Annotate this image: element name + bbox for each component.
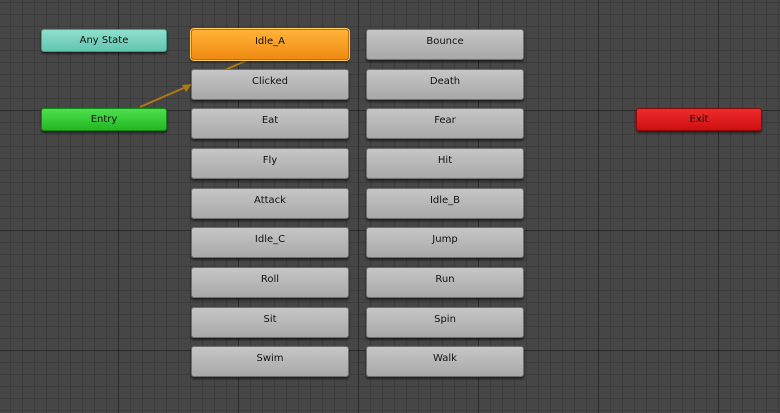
state-label: Idle_C: [254, 234, 286, 245]
state-label: Sit: [263, 314, 277, 325]
state-node-run[interactable]: Run: [366, 267, 524, 298]
state-label: Fly: [262, 155, 278, 166]
state-label: Bounce: [426, 36, 464, 47]
state-label: Hit: [437, 155, 453, 166]
state-label: Death: [429, 76, 461, 87]
state-label: Idle_A: [254, 36, 286, 47]
state-node-eat[interactable]: Eat: [191, 108, 349, 139]
state-label: Attack: [254, 195, 286, 206]
state-label: Swim: [256, 353, 284, 364]
state-label: Clicked: [252, 76, 288, 87]
state-label: Spin: [434, 314, 456, 325]
state-node-sit[interactable]: Sit: [191, 307, 349, 338]
entry-node[interactable]: Entry: [41, 108, 167, 131]
state-node-swim[interactable]: Swim: [191, 346, 349, 377]
state-label: Eat: [261, 115, 279, 126]
state-node-walk[interactable]: Walk: [366, 346, 524, 377]
state-node-idle-b[interactable]: Idle_B: [366, 188, 524, 219]
state-node-fly[interactable]: Fly: [191, 148, 349, 179]
state-node-roll[interactable]: Roll: [191, 267, 349, 298]
any-state-node[interactable]: Any State: [41, 29, 167, 52]
state-node-hit[interactable]: Hit: [366, 148, 524, 179]
state-node-idle-c[interactable]: Idle_C: [191, 227, 349, 258]
state-node-attack[interactable]: Attack: [191, 188, 349, 219]
state-label: Fear: [434, 115, 456, 126]
state-label: Walk: [433, 353, 457, 364]
state-label: Run: [435, 274, 455, 285]
state-node-spin[interactable]: Spin: [366, 307, 524, 338]
exit-node[interactable]: Exit: [636, 108, 762, 131]
state-label: Roll: [260, 274, 280, 285]
state-node-jump[interactable]: Jump: [366, 227, 524, 258]
exit-label: Exit: [689, 114, 709, 125]
state-label: Idle_B: [429, 195, 461, 206]
state-node-clicked[interactable]: Clicked: [191, 69, 349, 100]
state-label: Jump: [432, 234, 458, 245]
state-node-bounce[interactable]: Bounce: [366, 29, 524, 60]
any-state-label: Any State: [79, 35, 129, 46]
state-node-death[interactable]: Death: [366, 69, 524, 100]
animator-graph-canvas[interactable]: Any State Entry Exit Idle_A Clicked Eat …: [0, 0, 780, 413]
state-node-idle-a[interactable]: Idle_A: [191, 29, 349, 60]
state-node-fear[interactable]: Fear: [366, 108, 524, 139]
entry-label: Entry: [90, 114, 118, 125]
